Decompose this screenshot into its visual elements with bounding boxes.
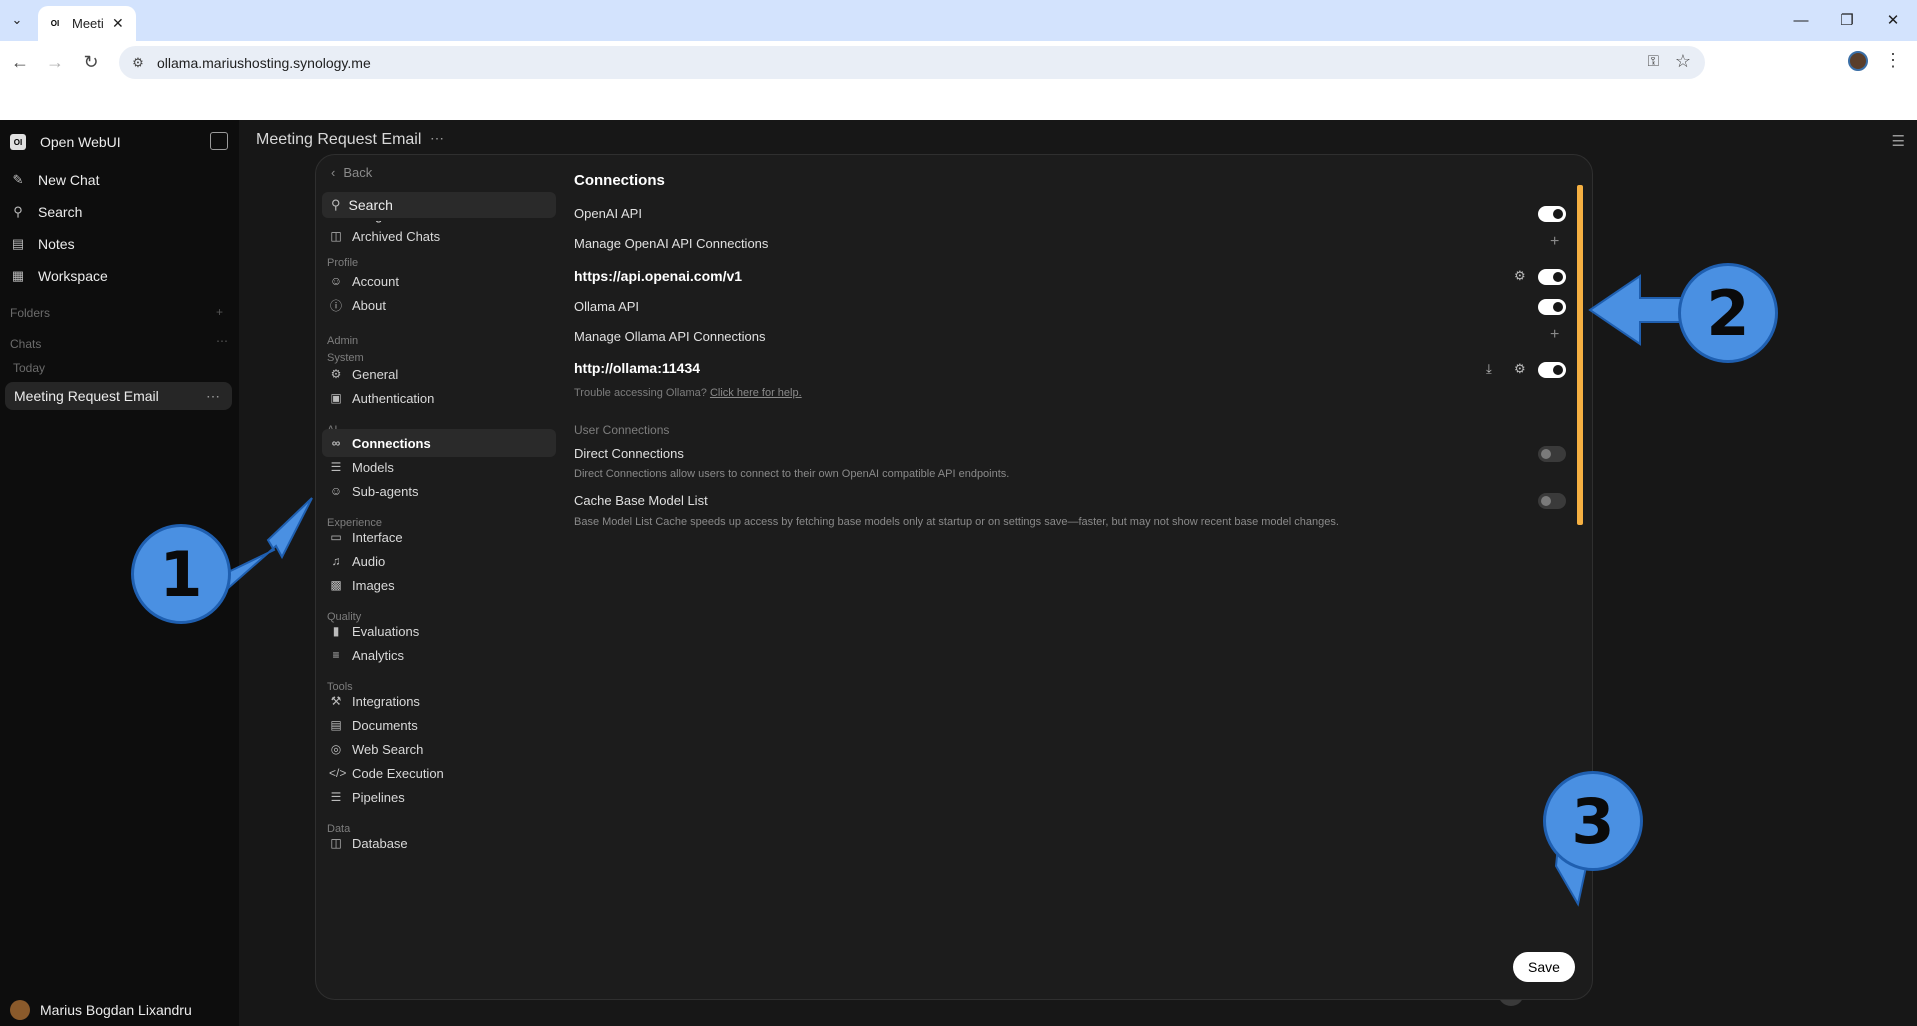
annotation-arrows <box>216 274 1691 907</box>
annotation-badge-3: 3 <box>1543 771 1643 871</box>
annotation-badge-2: 2 <box>1678 263 1778 363</box>
annotation-badge-1: 1 <box>131 524 231 624</box>
arrow-2-shape <box>1588 274 1691 346</box>
arrow-1 <box>216 497 313 592</box>
